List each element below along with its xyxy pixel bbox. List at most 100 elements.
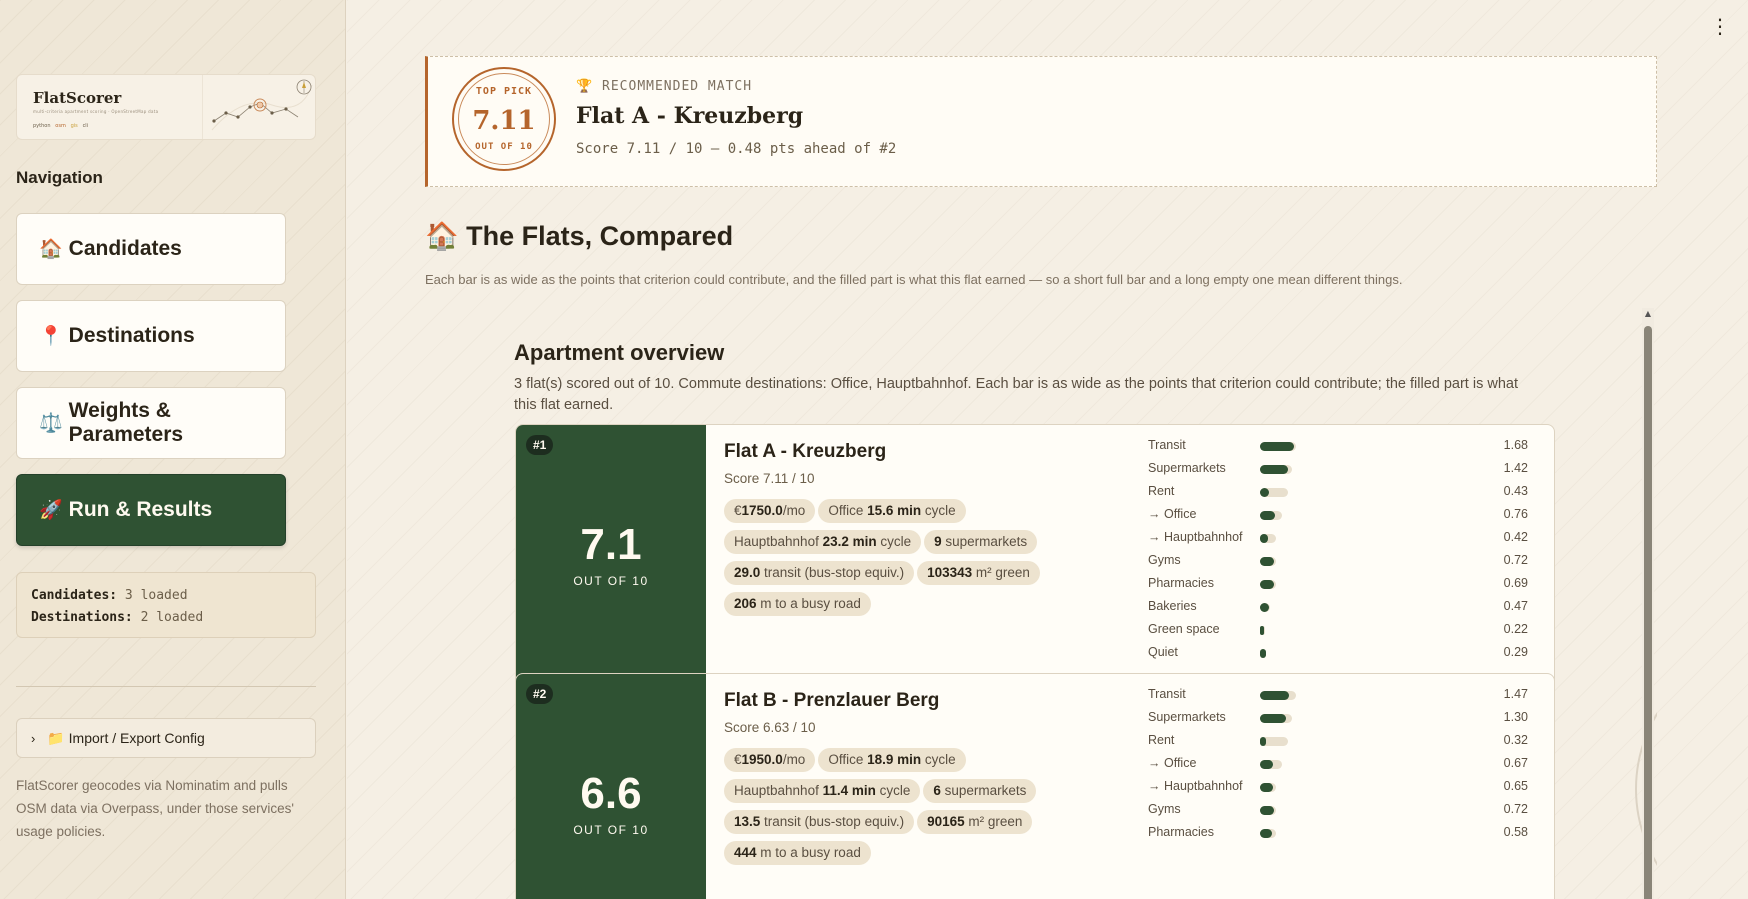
- nav-run-results-button[interactable]: 🚀 Run & Results: [16, 474, 286, 546]
- metric-chip: 29.0 transit (bus-stop equiv.): [724, 561, 915, 585]
- criterion-bar-track: [1260, 488, 1288, 497]
- chip-value: 1750.0: [741, 503, 783, 518]
- nav-candidates-button[interactable]: 🏠 Candidates: [16, 213, 286, 285]
- chip-suffix: cycle: [875, 783, 911, 798]
- metric-chip: €1750.0/mo: [724, 499, 816, 523]
- status-label: Candidates:: [31, 588, 118, 603]
- sidebar-divider: [16, 686, 316, 687]
- flat-metrics: €1950.0/mo Office 18.9 min cycleHauptbahn…: [724, 748, 1054, 872]
- criterion-bar-fill: [1260, 557, 1274, 566]
- criterion-bar-track: [1260, 603, 1270, 612]
- chip-value: 23.2 min: [822, 534, 877, 549]
- criterion-value: 0.29: [1503, 645, 1528, 659]
- import-export-expander[interactable]: › 📁 Import / Export Config: [16, 718, 316, 758]
- criterion-value: 0.72: [1503, 553, 1528, 567]
- rocket-icon: 🚀: [39, 500, 63, 521]
- criterion-label: Quiet: [1148, 645, 1178, 659]
- flat-score: Score 7.11 / 10: [724, 471, 815, 486]
- criterion-row: → Hauptbahnhof 0.42: [1148, 530, 1528, 553]
- criterion-value: 0.65: [1503, 779, 1528, 793]
- criterion-bar-fill: [1260, 829, 1272, 838]
- metric-chip: 9 supermarkets: [924, 530, 1038, 554]
- criterion-bar-track: [1260, 465, 1292, 474]
- criterion-label: → Hauptbahnhof: [1148, 530, 1243, 544]
- logo-tags: python osm gis cli: [33, 123, 88, 129]
- criterion-bar-track: [1260, 760, 1282, 769]
- nav-weights-button[interactable]: ⚖️ Weights & Parameters: [16, 387, 286, 459]
- nav-label: Destinations: [68, 324, 195, 347]
- chip-suffix: supermarkets: [941, 534, 1028, 549]
- chip-suffix: transit (bus-stop equiv.): [760, 814, 905, 829]
- criterion-label: Green space: [1148, 622, 1220, 636]
- seal-score: 7.11: [472, 106, 536, 136]
- criterion-bar-fill: [1260, 783, 1273, 792]
- metric-chip: 13.5 transit (bus-stop equiv.): [724, 810, 915, 834]
- criterion-row: Bakeries 0.47: [1148, 599, 1528, 622]
- chip-suffix: /mo: [782, 503, 806, 518]
- pin-icon: 📍: [39, 326, 63, 347]
- criterion-row: Pharmacies 0.58: [1148, 825, 1528, 848]
- criterion-bar-track: [1260, 737, 1288, 746]
- chip-value: 18.9 min: [867, 752, 922, 767]
- scroll-up-arrow-icon[interactable]: ▲: [1642, 308, 1654, 320]
- criterion-value: 0.43: [1503, 484, 1528, 498]
- criterion-row: Pharmacies 0.69: [1148, 576, 1528, 599]
- criterion-label: → Office: [1148, 507, 1197, 521]
- criterion-label: Rent: [1148, 484, 1175, 498]
- metric-chip: 90165 m² green: [917, 810, 1033, 834]
- criterion-value: 1.42: [1503, 461, 1528, 475]
- criterion-value: 0.58: [1503, 825, 1528, 839]
- criterion-row: Green space 0.22: [1148, 622, 1528, 645]
- scrollbar-thumb[interactable]: [1644, 326, 1652, 899]
- chip-value: 206: [734, 596, 757, 611]
- section-title: 🏠 The Flats, Compared: [425, 221, 734, 251]
- chip-value: 13.5: [734, 814, 761, 829]
- chip-value: 9: [934, 534, 942, 549]
- load-status-box: Candidates: 3 loaded Destinations: 2 loa…: [16, 572, 316, 638]
- chip-suffix: cycle: [921, 503, 956, 518]
- rank-badge: #2: [526, 684, 554, 704]
- sidebar-footer-note: FlatScorer geocodes via Nominatim and pu…: [16, 778, 294, 839]
- nav-label: Weights & Parameters: [68, 399, 184, 446]
- criterion-value: 0.42: [1503, 530, 1528, 544]
- criterion-row: Rent 0.32: [1148, 733, 1528, 756]
- nav-destinations-button[interactable]: 📍 Destinations: [16, 300, 286, 372]
- score-panel: #1 7.1 OUT OF 10: [516, 425, 706, 686]
- seal-bottom-text: OUT OF 10: [475, 142, 533, 152]
- criterion-label: → Office: [1148, 756, 1197, 770]
- criterion-label: Rent: [1148, 733, 1175, 747]
- metric-chip: 206 m to a busy road: [724, 592, 871, 616]
- criterion-bar-fill: [1260, 465, 1288, 474]
- candidates-status: Candidates: 3 loaded: [31, 585, 301, 607]
- criterion-row: Transit 1.68: [1148, 438, 1528, 461]
- chip-suffix: m to a busy road: [756, 596, 861, 611]
- criterion-label: Bakeries: [1148, 599, 1197, 613]
- chip-value: 6: [933, 783, 941, 798]
- criterion-value: 0.32: [1503, 733, 1528, 747]
- metric-chip: Office 15.6 min cycle: [818, 499, 966, 523]
- out-of-label: OUT OF 10: [573, 574, 649, 588]
- criterion-bar-track: [1260, 649, 1266, 658]
- rank-badge: #1: [526, 435, 554, 455]
- criterion-label: Supermarkets: [1148, 461, 1226, 475]
- flat-name: Flat B - Prenzlauer Berg: [724, 690, 940, 711]
- recommended-score: Score 7.11 / 10 — 0.48 pts ahead of #2: [576, 141, 897, 157]
- criterion-label: Pharmacies: [1148, 825, 1214, 839]
- criterion-row: → Office 0.76: [1148, 507, 1528, 530]
- status-value: 2 loaded: [140, 610, 204, 625]
- criterion-value: 0.22: [1503, 622, 1528, 636]
- flat-metrics: €1750.0/mo Office 15.6 min cycleHauptbahn…: [724, 499, 1054, 623]
- chip-suffix: transit (bus-stop equiv.): [760, 565, 905, 580]
- criterion-bar-fill: [1260, 760, 1273, 769]
- criterion-row: → Hauptbahnhof 0.65: [1148, 779, 1528, 802]
- expander-label: 📁 Import / Export Config: [47, 729, 205, 746]
- metric-chip: 444 m to a busy road: [724, 841, 871, 865]
- criterion-bar-fill: [1260, 603, 1269, 612]
- more-menu-icon[interactable]: ⋮: [1710, 14, 1730, 38]
- chip-value: 1950.0: [741, 752, 783, 767]
- score-panel: #2 6.6 OUT OF 10: [516, 674, 706, 899]
- criterion-label: Pharmacies: [1148, 576, 1214, 590]
- criterion-value: 1.30: [1503, 710, 1528, 724]
- criterion-bar-fill: [1260, 511, 1275, 520]
- chip-suffix: cycle: [921, 752, 956, 767]
